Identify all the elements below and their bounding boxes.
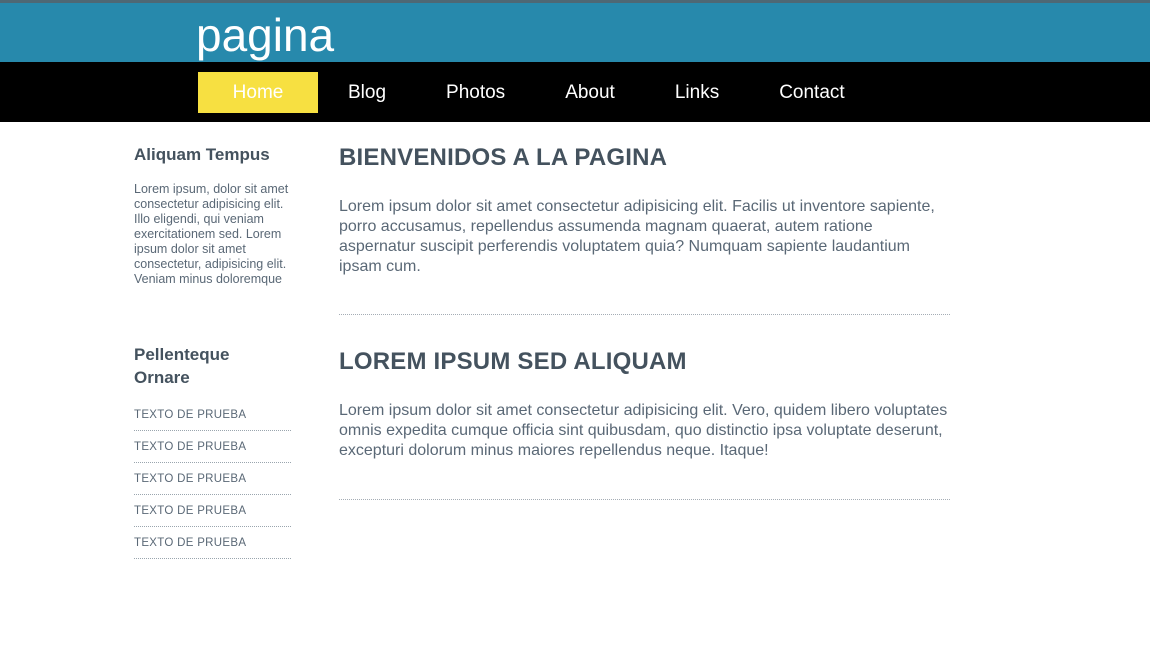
content-area: Aliquam Tempus Lorem ipsum, dolor sit am…	[0, 122, 1150, 647]
nav-item-photos[interactable]: Photos	[416, 72, 535, 113]
nav-item-label: Blog	[348, 82, 387, 103]
nav-item-label: Photos	[446, 82, 506, 103]
list-item[interactable]: TEXTO DE PRUEBA	[134, 440, 291, 463]
list-item[interactable]: TEXTO DE PRUEBA	[134, 536, 291, 559]
nav-list: Home Blog Photos About Links Contact	[198, 62, 875, 122]
main-content: BIENVENIDOS A LA PAGINA Lorem ipsum dolo…	[339, 144, 950, 533]
list-item[interactable]: TEXTO DE PRUEBA	[134, 504, 291, 527]
article-body: Lorem ipsum dolor sit amet consectetur a…	[339, 402, 948, 459]
main-navigation: Home Blog Photos About Links Contact	[0, 62, 1150, 122]
site-title: pagina	[196, 9, 335, 61]
sidebar-section-aliquam-tempus: Aliquam Tempus Lorem ipsum, dolor sit am…	[134, 144, 294, 287]
list-item[interactable]: TEXTO DE PRUEBA	[134, 408, 291, 431]
nav-item-label: Home	[232, 82, 284, 103]
sidebar-section-pellenteque-ornare: Pellenteque Ornare TEXTO DE PRUEBA TEXTO…	[134, 343, 294, 559]
nav-item-label: About	[565, 82, 615, 103]
nav-item-contact[interactable]: Contact	[749, 72, 874, 113]
sidebar-heading: Aliquam Tempus	[134, 145, 270, 164]
sidebar-heading: Pellenteque Ornare	[134, 345, 230, 387]
sidebar: Aliquam Tempus Lorem ipsum, dolor sit am…	[134, 144, 294, 568]
site-banner: pagina	[0, 3, 1150, 62]
article-heading: BIENVENIDOS A LA PAGINA	[339, 144, 668, 171]
article-heading: LOREM IPSUM SED ALIQUAM	[339, 348, 687, 375]
page-root: pagina Home Blog Photos About Links Cont…	[0, 0, 1150, 647]
article-body: Lorem ipsum dolor sit amet consectetur a…	[339, 198, 935, 275]
sidebar-link-list: TEXTO DE PRUEBA TEXTO DE PRUEBA TEXTO DE…	[134, 408, 291, 559]
nav-item-links[interactable]: Links	[645, 72, 749, 113]
nav-item-home[interactable]: Home	[198, 72, 318, 113]
nav-item-about[interactable]: About	[535, 72, 645, 113]
nav-item-label: Links	[674, 82, 720, 103]
nav-item-label: Contact	[779, 82, 845, 103]
list-item[interactable]: TEXTO DE PRUEBA	[134, 472, 291, 495]
nav-item-blog[interactable]: Blog	[318, 72, 416, 113]
sidebar-paragraph: Lorem ipsum, dolor sit amet consectetur …	[134, 182, 289, 286]
article-bienvenidos: BIENVENIDOS A LA PAGINA Lorem ipsum dolo…	[339, 144, 950, 277]
article-lorem-ipsum-sed-aliquam: LOREM IPSUM SED ALIQUAM Lorem ipsum dolo…	[339, 348, 950, 461]
